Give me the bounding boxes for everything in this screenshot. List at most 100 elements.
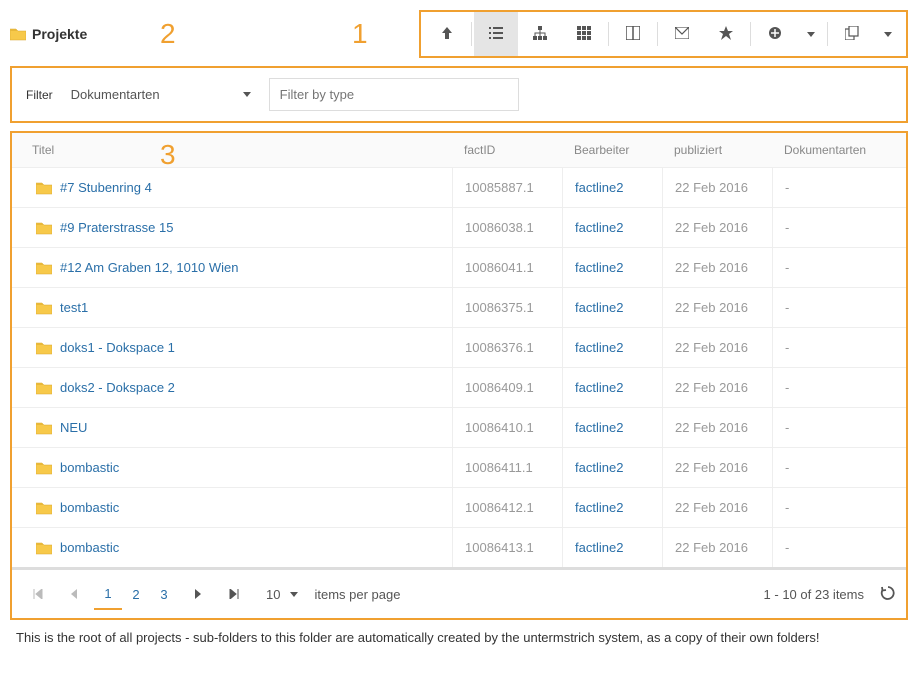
mail-button[interactable] xyxy=(660,12,704,56)
row-title-link[interactable]: #12 Am Graben 12, 1010 Wien xyxy=(60,260,239,275)
table-row[interactable]: #7 Stubenring 4 10085887.1 factline2 22 Feb… xyxy=(12,168,906,207)
footnote: This is the root of all projects - sub-f… xyxy=(10,630,908,645)
row-bearbeiter-link[interactable]: factline2 xyxy=(575,500,623,515)
row-publiziert: 22 Feb 2016 xyxy=(662,208,772,247)
table-row[interactable]: #12 Am Graben 12, 1010 Wien10086041.1fac… xyxy=(12,247,906,287)
row-publiziert: 22 Feb 2016 xyxy=(662,248,772,287)
row-title-link[interactable]: NEU xyxy=(60,420,87,435)
row-bearbeiter-link[interactable]: factline2 xyxy=(575,260,623,275)
row-title-link[interactable]: bombastic xyxy=(60,500,119,515)
pager-first[interactable] xyxy=(22,578,54,610)
add-dropdown[interactable] xyxy=(797,12,825,56)
row-publiziert: 22 Feb 2016 xyxy=(662,288,772,327)
row-bearbeiter-link[interactable]: factline2 xyxy=(575,380,623,395)
refresh-button[interactable] xyxy=(880,585,896,604)
copy-icon xyxy=(845,26,859,43)
row-factid: 10086375.1 xyxy=(452,288,562,327)
filter-input[interactable] xyxy=(269,78,519,111)
table-row[interactable]: #9 Praterstrasse 15 10086038.1 factline2 22… xyxy=(12,207,906,247)
caret-down-icon xyxy=(290,592,298,597)
envelope-icon xyxy=(675,27,689,42)
tree-view-button[interactable] xyxy=(518,12,562,56)
copy-dropdown[interactable] xyxy=(874,12,902,56)
row-bearbeiter-link[interactable]: factline2 xyxy=(575,220,623,235)
row-bearbeiter-link[interactable]: factline2 xyxy=(575,300,623,315)
folder-icon xyxy=(36,461,52,475)
copy-button[interactable] xyxy=(830,12,874,56)
table-row[interactable]: test110086375.1factline222 Feb 2016- xyxy=(12,287,906,327)
row-dokumentarten: - xyxy=(772,408,906,447)
folder-icon xyxy=(36,261,52,275)
row-title-link[interactable]: doks1 - Dokspace 1 xyxy=(60,340,175,355)
row-title-link[interactable]: #7 Stubenring 4 xyxy=(60,180,152,195)
list-view-button[interactable] xyxy=(474,12,518,56)
table-row[interactable]: bombastic10086413.1factline222 Feb 2016- xyxy=(12,527,906,567)
row-factid: 10086411.1 xyxy=(452,448,562,487)
row-factid: 10086376.1 xyxy=(452,328,562,367)
pager-next[interactable] xyxy=(182,578,214,610)
table-row[interactable]: bombastic10086411.1factline222 Feb 2016- xyxy=(12,447,906,487)
grid-header: Titel factID Bearbeiter publiziert Dokum… xyxy=(12,133,906,168)
row-factid: 10086409.1 xyxy=(452,368,562,407)
row-publiziert: 22 Feb 2016 xyxy=(662,408,772,447)
folder-icon xyxy=(36,421,52,435)
caret-down-icon xyxy=(884,32,892,37)
folder-icon xyxy=(36,301,52,315)
caret-down-icon xyxy=(243,92,251,97)
star-button[interactable] xyxy=(704,12,748,56)
table-row[interactable]: doks1 - Dokspace 110086376.1factline222 … xyxy=(12,327,906,367)
col-header-factid[interactable]: factID xyxy=(452,133,562,167)
data-grid: 3 Titel factID Bearbeiter publiziert Dok… xyxy=(10,131,908,620)
pager-prev[interactable] xyxy=(58,578,90,610)
add-button[interactable] xyxy=(753,12,797,56)
col-header-bearbeiter[interactable]: Bearbeiter xyxy=(562,133,662,167)
panel-button[interactable] xyxy=(611,12,655,56)
row-title-link[interactable]: bombastic xyxy=(60,540,119,555)
row-factid: 10085887.1 xyxy=(452,168,562,207)
filter-select[interactable]: Dokumentarten xyxy=(71,87,251,102)
plus-circle-icon xyxy=(768,26,782,43)
toolbar xyxy=(419,10,908,58)
folder-icon xyxy=(36,501,52,515)
pager-page-3[interactable]: 3 xyxy=(150,578,178,610)
row-bearbeiter-link[interactable]: factline2 xyxy=(575,340,623,355)
row-title-link[interactable]: doks2 - Dokspace 2 xyxy=(60,380,175,395)
pager: 123 10 items per page 1 - 10 of 23 items xyxy=(12,567,906,618)
row-dokumentarten: - xyxy=(772,448,906,487)
breadcrumb-title: Projekte xyxy=(32,26,87,42)
grid-view-button[interactable] xyxy=(562,12,606,56)
row-publiziert: 22 Feb 2016 xyxy=(662,368,772,407)
row-title-link[interactable]: #9 Praterstrasse 15 xyxy=(60,220,173,235)
row-bearbeiter-link[interactable]: factline2 xyxy=(575,420,623,435)
row-bearbeiter-link[interactable]: factline2 xyxy=(575,180,623,195)
row-dokumentarten: - xyxy=(772,168,906,207)
caret-down-icon xyxy=(807,32,815,37)
columns-icon xyxy=(626,26,640,43)
row-bearbeiter-link[interactable]: factline2 xyxy=(575,540,623,555)
breadcrumb: Projekte xyxy=(10,26,87,42)
row-factid: 10086410.1 xyxy=(452,408,562,447)
filter-label: Filter xyxy=(26,88,53,102)
row-title-link[interactable]: test1 xyxy=(60,300,88,315)
table-row[interactable]: doks2 - Dokspace 2 10086409.1 factline2 22 … xyxy=(12,367,906,407)
folder-icon xyxy=(36,181,52,195)
pager-size-value: 10 xyxy=(266,587,280,602)
pager-page-1[interactable]: 1 xyxy=(94,578,122,610)
table-row[interactable]: bombastic10086412.1factline222 Feb 2016- xyxy=(12,487,906,527)
row-publiziert: 22 Feb 2016 xyxy=(662,168,772,207)
row-factid: 10086038.1 xyxy=(452,208,562,247)
filter-bar: Filter Dokumentarten xyxy=(10,66,908,123)
pager-size[interactable]: 10 items per page xyxy=(266,587,400,602)
row-title-link[interactable]: bombastic xyxy=(60,460,119,475)
folder-icon xyxy=(10,27,26,41)
row-bearbeiter-link[interactable]: factline2 xyxy=(575,460,623,475)
col-header-title[interactable]: Titel xyxy=(12,133,452,167)
table-row[interactable]: NEU 10086410.1 factline2 22 Feb 2016- xyxy=(12,407,906,447)
annotation-3: 3 xyxy=(160,139,176,171)
up-button[interactable] xyxy=(425,12,469,56)
pager-last[interactable] xyxy=(218,578,250,610)
pager-page-2[interactable]: 2 xyxy=(122,578,150,610)
col-header-publiziert[interactable]: publiziert xyxy=(662,133,772,167)
row-factid: 10086412.1 xyxy=(452,488,562,527)
col-header-dokumentarten[interactable]: Dokumentarten xyxy=(772,133,906,167)
